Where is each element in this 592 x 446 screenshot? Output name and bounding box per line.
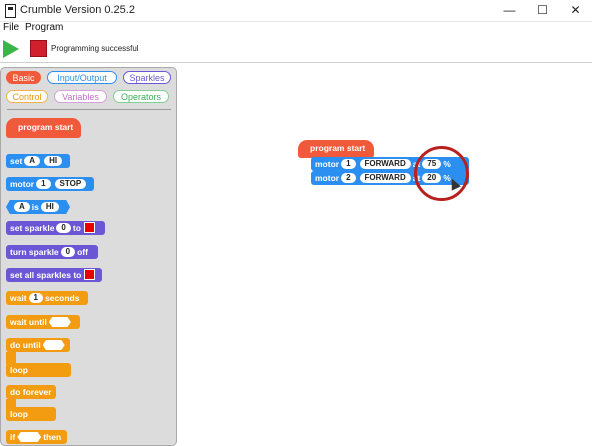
do-forever-block[interactable]: do forever <box>6 385 56 399</box>
to-label: to <box>72 223 81 233</box>
set-sparkle-block[interactable]: set sparkle 0 to <box>6 221 105 235</box>
canvas-program-start-label: program start <box>310 143 366 153</box>
motor-label: motor <box>10 179 35 189</box>
then-label: then <box>43 432 62 442</box>
cond-value-dropdown[interactable]: HI <box>40 202 59 212</box>
pin-dropdown[interactable]: A <box>24 156 41 166</box>
do-until-label: do until <box>10 340 41 350</box>
program-start-block[interactable]: program start <box>6 118 81 138</box>
window-title: Crumble Version 0.25.2 <box>20 4 135 16</box>
block-palette: Basic Input/Output Sparkles Control Vari… <box>0 67 177 446</box>
tab-sparkles[interactable]: Sparkles <box>123 71 171 84</box>
canvas-program-start-block[interactable]: program start <box>298 140 374 158</box>
do-forever-label: do forever <box>10 387 52 397</box>
title-bar: Crumble Version 0.25.2 — ☐ ✕ <box>0 0 592 22</box>
motor-state-dropdown[interactable]: STOP <box>54 179 87 189</box>
highlight-circle <box>414 146 469 201</box>
tab-control[interactable]: Control <box>6 90 48 103</box>
wait-until-label: wait until <box>10 317 47 327</box>
tab-basic[interactable]: Basic <box>6 71 41 84</box>
menu-bar: File Program <box>0 21 592 36</box>
motor-number-dropdown[interactable]: 1 <box>36 179 51 189</box>
pin-is-condition-block[interactable]: Ais HI <box>6 200 70 214</box>
close-button[interactable]: ✕ <box>559 0 592 21</box>
wait-label: wait <box>10 293 27 303</box>
set-all-label: set all sparkles to <box>10 270 82 280</box>
do-forever-loop-footer: loop <box>6 407 56 421</box>
wait-until-condition-slot[interactable] <box>48 317 71 327</box>
motor-1-number[interactable]: 1 <box>341 159 356 169</box>
do-until-block[interactable]: do until <box>6 338 70 352</box>
all-color-swatch[interactable] <box>84 269 96 280</box>
motor-2-number[interactable]: 2 <box>341 173 356 183</box>
motor-2-label: motor <box>315 173 340 183</box>
set-all-sparkles-block[interactable]: set all sparkles to <box>6 268 102 282</box>
wait-seconds-field[interactable]: 1 <box>28 293 43 303</box>
stop-button-icon[interactable] <box>30 40 47 57</box>
program-start-label: program start <box>18 122 74 132</box>
turn-sparkle-label: turn sparkle <box>10 247 59 257</box>
tab-variables[interactable]: Variables <box>54 90 107 103</box>
program-canvas[interactable]: program start motor 1 FORWARD at 75% motor 2 F… <box>178 62 592 444</box>
set-label: set <box>10 156 23 166</box>
off-label: off <box>77 247 88 257</box>
if-label: if <box>10 432 16 442</box>
run-button-play-icon[interactable] <box>3 40 19 58</box>
motor-2-direction[interactable]: FORWARD <box>359 173 411 183</box>
seconds-label: seconds <box>44 293 80 303</box>
toolbar: Programming successful <box>0 36 592 63</box>
wait-until-block[interactable]: wait until <box>6 315 80 329</box>
is-label: is <box>31 202 39 212</box>
loop-label-2: loop <box>10 409 28 419</box>
menu-program[interactable]: Program <box>25 22 63 33</box>
motor-1-direction[interactable]: FORWARD <box>359 159 411 169</box>
set-pin-block[interactable]: set A HI <box>6 154 70 168</box>
menu-file[interactable]: File <box>3 22 19 33</box>
turn-sparkle-number-field[interactable]: 0 <box>60 247 76 257</box>
sparkle-number-field[interactable]: 0 <box>56 223 71 233</box>
motor-block[interactable]: motor 1 STOP <box>6 177 94 191</box>
if-then-block[interactable]: if then <box>6 430 67 444</box>
palette-divider <box>7 109 171 110</box>
wait-seconds-block[interactable]: wait 1 seconds <box>6 291 88 305</box>
set-sparkle-label: set sparkle <box>10 223 55 233</box>
maximize-button[interactable]: ☐ <box>526 0 559 21</box>
motor-1-label: motor <box>315 159 340 169</box>
tab-input-output[interactable]: Input/Output <box>47 71 117 84</box>
value-dropdown[interactable]: HI <box>44 156 63 166</box>
do-until-loop-footer: loop <box>6 363 71 377</box>
status-message: Programming successful <box>51 44 139 53</box>
color-swatch[interactable] <box>83 222 95 233</box>
cond-pin-dropdown[interactable]: A <box>14 202 30 212</box>
app-icon <box>5 4 16 18</box>
do-until-condition-slot[interactable] <box>42 340 65 350</box>
turn-sparkle-off-block[interactable]: turn sparkle 0 off <box>6 245 98 259</box>
tab-operators[interactable]: Operators <box>113 90 169 103</box>
if-condition-slot[interactable] <box>17 432 42 442</box>
loop-label: loop <box>10 365 28 375</box>
minimize-button[interactable]: — <box>493 0 526 21</box>
